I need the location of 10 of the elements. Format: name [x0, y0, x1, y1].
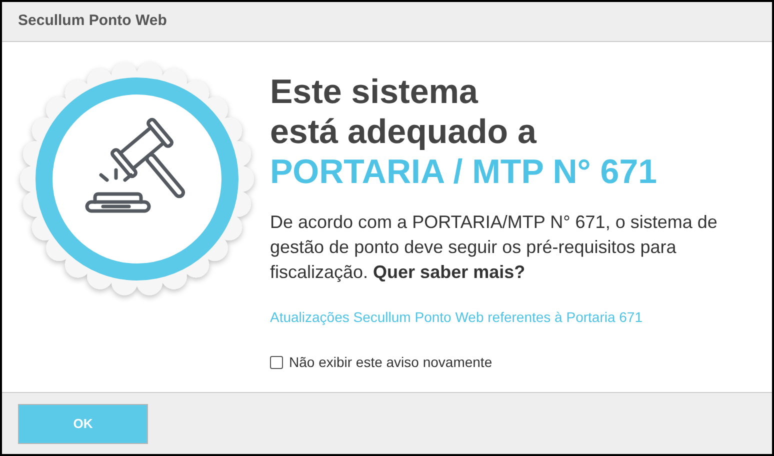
gavel-icon	[85, 116, 187, 213]
checkbox-label: Não exibir este aviso novamente	[289, 353, 492, 372]
ok-button[interactable]: OK	[18, 404, 148, 444]
checkbox[interactable]	[270, 356, 283, 369]
description-text: De acordo com a PORTARIA/MTP N° 671, o sistema de gestão de ponto deve seguir os pré-requisitos para fiscalização. Quer saber mais?	[270, 211, 718, 284]
heading-text: está adequado a	[270, 112, 536, 152]
portaria-link[interactable]: Atualizações Secullum Ponto Web referentes à Portaria 671	[270, 307, 643, 328]
heading-text: Este sistema	[270, 72, 478, 112]
heading-highlight: PORTARIA / MTP N° 671	[270, 152, 658, 192]
window-title: Secullum Ponto Web	[18, 11, 167, 32]
